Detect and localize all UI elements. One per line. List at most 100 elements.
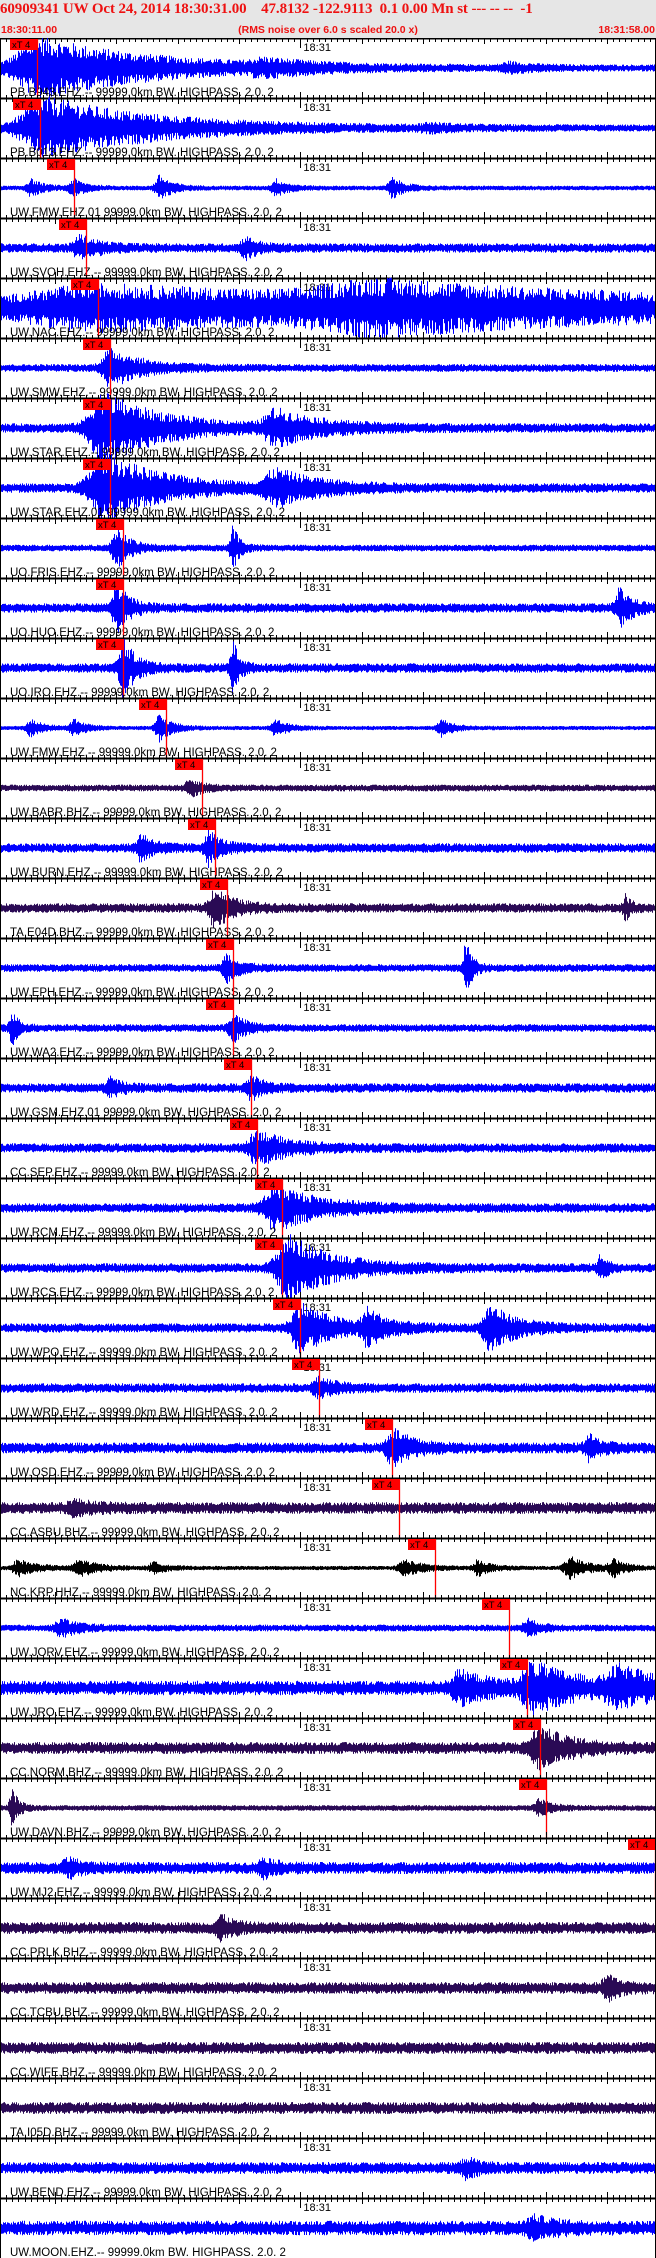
pick-label: xT 4	[367, 1420, 385, 1431]
waveform	[0, 1617, 656, 1638]
pick-label: xT 4	[502, 1660, 520, 1671]
trace-panel: 18:31 UW.FMW.EHZ.-- 99999.0km BW. HIGHPAS…	[0, 692, 656, 759]
pick-label: xT 4	[374, 1480, 392, 1491]
time-tick-label: 18:31	[303, 1242, 331, 1254]
trace-panel: 18:31NC.KRP.HHZ.-- 99999.0km BW. HIGHPAS…	[0, 1532, 656, 1599]
pick-label: xT 4	[521, 1780, 539, 1791]
trace-panel: 18:31UW.JRO.EHZ.-- 99999.0km BW. HIGHPAS…	[0, 1652, 656, 1719]
time-tick-label: 18:31	[303, 522, 331, 534]
waveform	[0, 1914, 656, 1943]
trace-panel: 18:31 TA.I05D.BHZ.-- 99999.0km BW. HIGHPA…	[0, 2072, 656, 2139]
trace-panel: 18:31UW.WRD.EHZ.-- 99999.0km BW. HIGHPAS…	[0, 1352, 656, 1419]
waveform	[0, 2042, 656, 2054]
trace-panel: 18:31 UW.FMW.EHZ.01 99999.0km BW. HIGHPAS…	[0, 152, 656, 219]
event-title: 60909341 UW Oct 24, 2014 18:30:31.00 47.…	[0, 1, 533, 17]
waveform	[0, 1428, 656, 1468]
time-tick-label: 18:31	[303, 1422, 331, 1434]
end-time: 18:31:58.00	[598, 24, 655, 36]
time-tick-label: 18:31	[303, 1602, 331, 1614]
station-label: UO.IRO.EHZ.-- 99999.0km BW. HIGHPASS. 2.…	[10, 687, 269, 699]
pick-label: xT 4	[208, 940, 226, 951]
time-tick-label: 18:31	[303, 1542, 331, 1554]
waveform	[0, 1073, 656, 1101]
trace-panel: 18:31 UW.BURN.EHZ.-- 99999.0km BW. HIGHPA…	[0, 812, 656, 879]
time-tick-label: 18:31	[303, 2022, 331, 2034]
station-label: CC.WIFE.BHZ.-- 99999.0km BW. HIGHPASS. 2…	[10, 2067, 277, 2079]
time-tick-label: 18:31	[303, 642, 331, 654]
station-label: UW.SVOH.EHZ.-- 99999.0km BW. HIGHPASS. 2…	[10, 267, 283, 279]
pick-label: xT 4	[232, 1120, 250, 1131]
trace-panel: 18:31 CC.NORM.BHZ.-- 99999.0km BW. HIGHPA…	[0, 1712, 656, 1779]
time-tick-label: 18:31	[303, 822, 331, 834]
pick-label: xT 4	[294, 1360, 312, 1371]
time-tick-label: 18:31	[303, 1902, 331, 1914]
time-tick-label: 18:31	[303, 102, 331, 114]
trace-panel: 18:31 UW.SMW.EHZ.-- 99999.0km BW. HIGHPAS…	[0, 332, 656, 399]
station-label: UW.DAVN.BHZ.-- 99999.0km BW. HIGHPASS. 2…	[10, 1827, 281, 1839]
time-tick-label: 18:31	[303, 162, 331, 174]
waveform	[0, 2213, 656, 2242]
trace-panel: 18:31CC.TCBU.BHZ.-- 99999.0km BW. HIGHPA…	[0, 1952, 656, 2019]
trace-panel: 18:31UW.WA2.EHZ.-- 99999.0km BW. HIGHPAS…	[0, 992, 656, 1059]
time-tick-label: 18:31	[303, 762, 331, 774]
pick-label: xT 4	[73, 280, 91, 291]
waveform	[0, 780, 656, 798]
trace-panel: 18:31UW.MJ2.EHZ.-- 99999.0km BW. HIGHPAS…	[0, 1832, 656, 1899]
time-tick-label: 18:31	[303, 942, 331, 954]
trace-panel: 18:31CC.ASBU.BHZ.-- 99999.0km BW. HIGHPA…	[0, 1472, 656, 1539]
trace-panel: 18:31UO.HUO.EHZ.-- 99999.0km BW. HIGHPAS…	[0, 572, 656, 639]
trace-panel: 18:31UO.FRIS.EHZ.-- 99999.0km BW. HIGHPA…	[0, 512, 656, 579]
trace-panel: 18:31PB.B013.EHZ.-- 99999.0km BW. HIGHPA…	[0, 92, 656, 159]
time-tick-label: 18:31	[303, 1062, 331, 1074]
pick-label: xT 4	[484, 1600, 502, 1611]
waveform	[0, 1014, 656, 1045]
station-label: UW.SMW.EHZ.-- 99999.0km BW. HIGHPASS. 2.…	[10, 387, 278, 399]
event-header: 60909341 UW Oct 24, 2014 18:30:31.00 47.…	[0, 0, 656, 38]
station-label: CC.NORM.BHZ.-- 99999.0km BW. HIGHPASS. 2…	[10, 1767, 283, 1779]
trace-panel: 18:31 CC.PRLK.BHZ.-- 99999.0km BW. HIGHPA…	[0, 1892, 656, 1959]
pick-label: xT 4	[141, 700, 159, 711]
pick-label: xT 4	[257, 1240, 275, 1251]
trace-panel: 18:31 UO.IRO.EHZ.-- 99999.0km BW. HIGHPAS…	[0, 632, 656, 700]
waveform	[0, 1974, 656, 2003]
time-tick-label: 18:31	[303, 462, 331, 474]
pick-label: xT 4	[208, 1000, 226, 1011]
time-tick-label: 18:31	[303, 882, 331, 894]
time-tick-label: 18:31	[303, 702, 331, 714]
pick-label: xT 4	[61, 220, 79, 231]
station-label: UW.MOON.EHZ.-- 99999.0km BW. HIGHPASS. 2…	[10, 2247, 286, 2258]
station-label: CC.PRLK.BHZ.-- 99999.0km BW. HIGHPASS. 2…	[10, 1947, 278, 1959]
time-tick-label: 18:31	[303, 1782, 331, 1794]
pick-label: xT 4	[85, 460, 103, 471]
time-tick-label: 18:31	[303, 1482, 331, 1494]
waveform	[0, 1789, 656, 1826]
pick-label: xT 4	[177, 760, 195, 771]
waveform	[0, 234, 656, 262]
pick-label: xT 4	[98, 640, 116, 651]
trace-panel: 18:31 CC.SEP.EHZ.-- 99999.0km BW. HIGHPAS…	[0, 1112, 656, 1179]
pick-label: xT 4	[15, 100, 33, 111]
station-label: UW.FMW.EHZ.-- 99999.0km BW. HIGHPASS. 2.…	[10, 747, 277, 759]
time-tick-label: 18:31	[303, 342, 331, 354]
waveform	[0, 1856, 656, 1881]
pick-label: xT 4	[49, 160, 67, 171]
trace-panel: 18:31UW.NAC.EHZ.-- 99999.0km BW. HIGHPAS…	[0, 272, 656, 339]
trace-panel: 18:31 CC.WIFE.BHZ.-- 99999.0km BW. HIGHPA…	[0, 2012, 656, 2079]
waveform	[0, 2157, 656, 2182]
trace-panel: 18:31 UW.BABR.BHZ.-- 99999.0km BW. HIGHPA…	[0, 752, 656, 819]
waveform	[0, 714, 656, 743]
time-tick-label: 18:31	[303, 1122, 331, 1134]
trace-panel: 18:31UW.RCS.EHZ.-- 99999.0km BW. HIGHPAS…	[0, 1232, 656, 1302]
time-tick-label: 18:31	[303, 2082, 331, 2094]
trace-panel: 18:31UW.STAR.EHZ.-- 99999.0km BW. HIGHPA…	[0, 392, 656, 462]
pick-label: xT 4	[12, 40, 30, 51]
pick-label: xT 4	[98, 580, 116, 591]
time-tick-label: 18:31	[303, 582, 331, 594]
pick-label: xT 4	[190, 820, 208, 831]
station-label: UW.WRD.EHZ.-- 99999.0km BW. HIGHPASS. 2.…	[10, 1407, 278, 1419]
station-label: CC.SEP.EHZ.-- 99999.0km BW. HIGHPASS. 2.…	[10, 1167, 270, 1179]
station-label: UW.FMW.EHZ.01 99999.0km BW. HIGHPASS. 2.…	[10, 207, 282, 219]
waveform	[0, 1498, 656, 1519]
waveform	[0, 174, 656, 199]
trace-panel: 18:31PB.B943.EHZ.-- 99999.0km BW. HIGHPA…	[0, 38, 656, 99]
